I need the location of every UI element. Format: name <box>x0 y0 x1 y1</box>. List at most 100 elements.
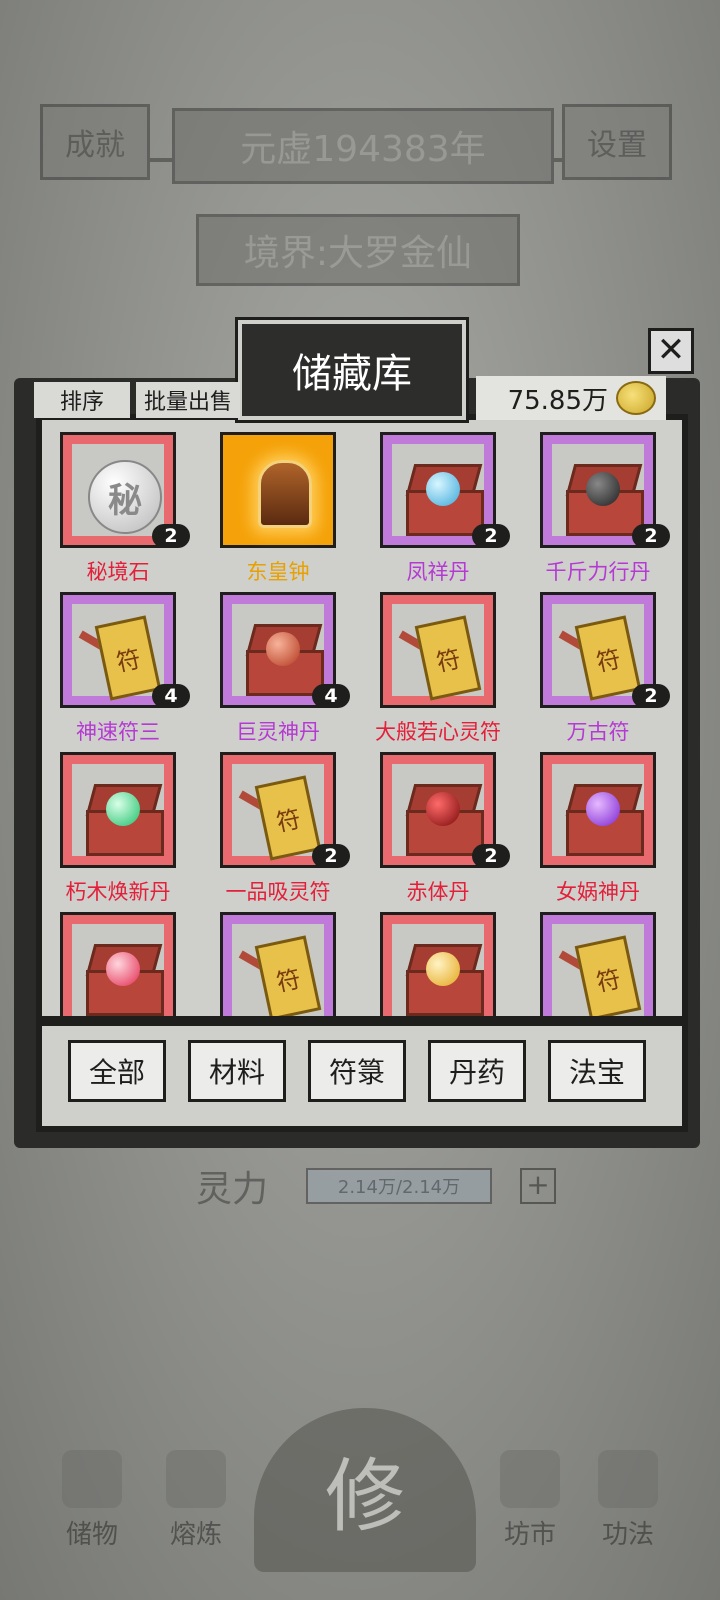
item-slot[interactable]: 符 4 神速符三 <box>60 592 220 752</box>
item-frame: 符 <box>232 764 324 861</box>
item-name: 万古符 <box>566 720 630 744</box>
item-slot[interactable]: 秘 2 秘境石 <box>60 432 220 592</box>
item-frame: 符 <box>232 924 324 1016</box>
nav-smelt-label: 熔炼 <box>169 1520 222 1550</box>
item-frame <box>392 924 484 1016</box>
achievement-button[interactable]: 成就 <box>40 104 150 180</box>
item-slot[interactable]: 符 2 万古符 <box>540 592 682 752</box>
batch-sell-button[interactable]: 批量出售 <box>136 382 240 418</box>
item-name: 大般若心灵符 <box>375 720 501 744</box>
purple-pill-chest-icon <box>552 764 644 856</box>
tab-all[interactable]: 全部 <box>68 1040 166 1102</box>
item-frame <box>552 764 644 856</box>
item-slot[interactable]: 女娲神丹 <box>540 752 682 912</box>
item-frame: 秘 <box>72 444 164 536</box>
settings-button[interactable]: 设置 <box>562 104 672 180</box>
item-slot[interactable]: 2 千斤力行丹 <box>540 432 682 592</box>
item-count-badge: 2 <box>472 524 510 548</box>
item-tile: 符 <box>220 912 336 1016</box>
currency-amount: 75.85万 <box>507 385 608 416</box>
talisman-icon: 符 <box>232 764 324 861</box>
item-frame: 符 <box>72 604 164 701</box>
coin-stack-icon <box>500 1450 560 1508</box>
spirit-label: 灵力 <box>196 1169 269 1210</box>
item-slot[interactable]: 2 赤体丹 <box>380 752 540 912</box>
item-name: 朽木焕新丹 <box>65 880 171 904</box>
nav-smelt[interactable]: 熔炼 <box>146 1450 246 1551</box>
item-name: 千斤力行丹 <box>545 560 651 584</box>
nav-skills[interactable]: 功法 <box>578 1450 678 1551</box>
item-slot[interactable]: 符大般若心灵符 <box>375 592 540 752</box>
talisman-icon: 符 <box>72 604 164 701</box>
black-pill-chest-icon <box>552 444 644 536</box>
item-slot[interactable]: 朽木焕新丹 <box>60 752 220 912</box>
item-name: 东皇钟 <box>246 560 310 584</box>
item-count-badge: 4 <box>312 684 350 708</box>
item-count-badge: 2 <box>152 524 190 548</box>
item-name: 神速符三 <box>76 720 160 744</box>
item-name: 赤体丹 <box>406 880 470 904</box>
nav-skills-label: 功法 <box>601 1520 654 1550</box>
item-count-badge: 2 <box>312 844 350 868</box>
item-name: 秘境石 <box>86 560 150 584</box>
talisman-icon: 符 <box>552 924 644 1016</box>
coin-icon <box>616 381 656 415</box>
item-slot[interactable]: 4 巨灵神丹 <box>220 592 380 752</box>
crimson-pill-chest-icon <box>392 764 484 856</box>
item-count-badge: 2 <box>472 844 510 868</box>
item-frame <box>232 444 324 536</box>
item-name: 女娲神丹 <box>556 880 640 904</box>
item-slot[interactable]: 2 凤祥丹 <box>380 432 540 592</box>
tab-talismans[interactable]: 符箓 <box>308 1040 406 1102</box>
item-tile <box>60 752 176 868</box>
item-tile <box>60 912 176 1016</box>
currency-display: 75.85万 <box>476 376 666 420</box>
item-slot[interactable]: 东皇钟 <box>220 432 380 592</box>
nav-storage[interactable]: 储物 <box>42 1450 142 1551</box>
item-slot[interactable]: 符 <box>220 912 380 1016</box>
item-slot[interactable]: 符 2 一品吸灵符 <box>220 752 380 912</box>
red-pill-chest-icon <box>232 604 324 696</box>
item-slot[interactable] <box>60 912 220 1016</box>
item-frame <box>232 604 324 696</box>
nav-storage-label: 储物 <box>65 1520 118 1550</box>
item-name: 凤祥丹 <box>406 560 470 584</box>
talisman-icon: 符 <box>552 604 644 701</box>
item-frame: 符 <box>552 924 644 1016</box>
bell-icon <box>232 444 324 536</box>
storage-title: 储藏库 <box>238 320 466 420</box>
item-frame <box>552 444 644 536</box>
item-frame <box>72 924 164 1016</box>
tab-artifacts[interactable]: 法宝 <box>548 1040 646 1102</box>
year-plaque: 元虚194383年 <box>172 108 554 184</box>
item-frame <box>392 444 484 536</box>
add-spirit-button[interactable]: + <box>520 1168 556 1204</box>
blue-pill-chest-icon <box>392 444 484 536</box>
secret-stone-icon: 秘 <box>72 444 164 536</box>
tab-materials[interactable]: 材料 <box>188 1040 286 1102</box>
item-frame: 符 <box>552 604 644 701</box>
item-tile <box>540 752 656 868</box>
spirit-bar: 2.14万/2.14万 <box>306 1168 492 1204</box>
sort-button[interactable]: 排序 <box>34 382 130 418</box>
item-name: 一品吸灵符 <box>225 880 331 904</box>
talisman-icon: 符 <box>232 924 324 1016</box>
item-count-badge: 2 <box>632 684 670 708</box>
item-count-badge: 4 <box>152 684 190 708</box>
close-button[interactable]: ✕ <box>648 328 694 374</box>
item-tile: 符 <box>380 592 496 708</box>
item-slot[interactable]: 符 <box>540 912 682 1016</box>
green-pill-chest-icon <box>72 764 164 856</box>
nav-market-label: 坊市 <box>503 1520 556 1550</box>
talisman-icon: 符 <box>392 604 484 701</box>
item-tile <box>220 432 336 548</box>
item-name: 巨灵神丹 <box>236 720 320 744</box>
tab-pills[interactable]: 丹药 <box>428 1040 526 1102</box>
item-slot[interactable] <box>380 912 540 1016</box>
cauldron-icon <box>166 1450 226 1508</box>
item-grid: 秘 2 秘境石 东皇钟 2 凤祥丹 2 千斤力行丹符 4 神速符三 4 巨灵神丹符大般若心灵符符 2 万古… <box>36 414 688 1022</box>
book-icon <box>598 1450 658 1508</box>
pink-pill-chest-icon <box>72 924 164 1016</box>
nav-market[interactable]: 坊市 <box>480 1450 580 1551</box>
item-tile: 符 <box>540 912 656 1016</box>
